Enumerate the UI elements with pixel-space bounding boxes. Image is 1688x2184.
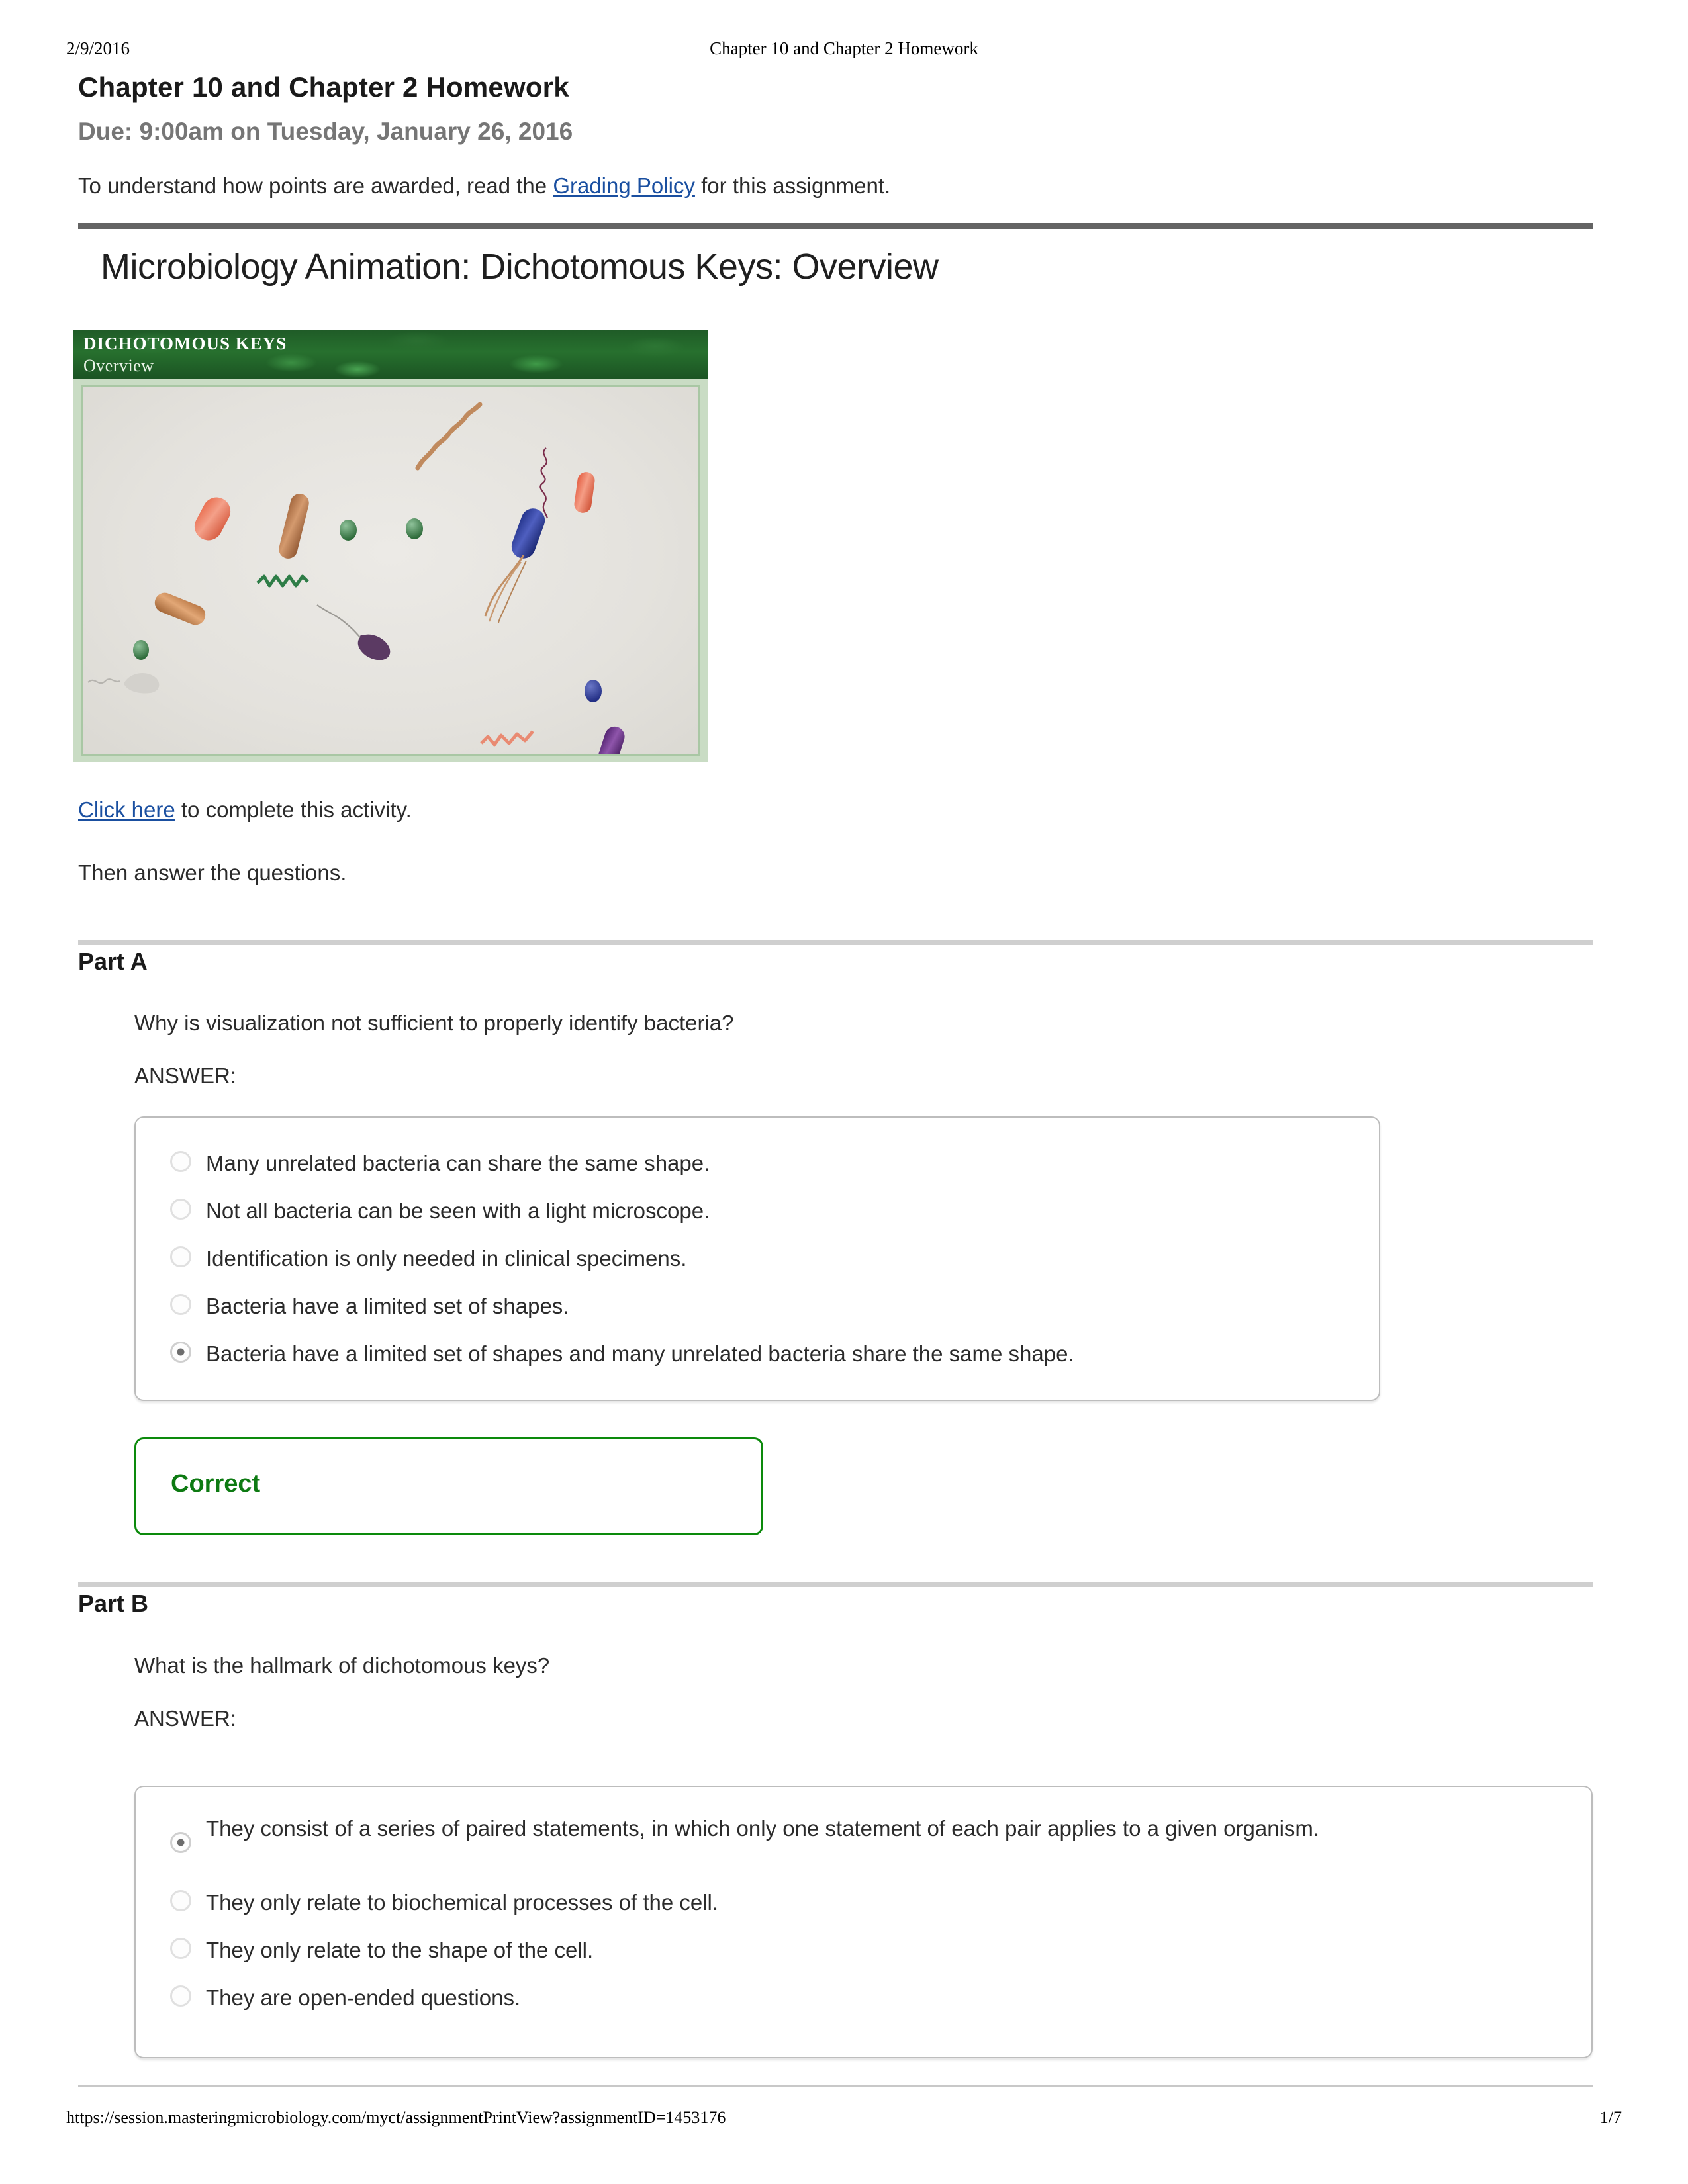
option-label: Not all bacteria can be seen with a ligh… xyxy=(206,1199,710,1223)
footer-divider xyxy=(78,2085,1593,2087)
option-label: Identification is only needed in clinica… xyxy=(206,1246,687,1271)
part-a-option-1[interactable]: Many unrelated bacteria can share the sa… xyxy=(170,1148,710,1179)
option-label: They consist of a series of paired state… xyxy=(206,1816,1320,1841)
bacterium-rod-red-1 xyxy=(189,492,236,545)
bacterium-flagella-tan-1 xyxy=(480,553,539,625)
print-header-title: Chapter 10 and Chapter 2 Homework xyxy=(710,38,978,58)
bacterium-amoeboid-gray-1 xyxy=(87,665,173,698)
section-divider-top xyxy=(78,223,1593,229)
bacterium-rod-orange-1 xyxy=(152,590,209,628)
document-page: 2/9/2016 Chapter 10 and Chapter 2 Homewo… xyxy=(0,0,1688,2184)
radio-button[interactable] xyxy=(170,1294,191,1315)
bacterium-rod-red-2 xyxy=(573,471,596,514)
part-a-option-2[interactable]: Not all bacteria can be seen with a ligh… xyxy=(170,1196,710,1226)
part-b-option-4[interactable]: They are open-ended questions. xyxy=(170,1983,520,2013)
part-b-option-3[interactable]: They only relate to the shape of the cel… xyxy=(170,1935,593,1966)
animation-thumbnail[interactable]: DICHOTOMOUS KEYS Overview xyxy=(73,330,708,762)
option-label: They only relate to the shape of the cel… xyxy=(206,1938,594,1962)
due-date: Due: 9:00am on Tuesday, January 26, 2016 xyxy=(78,118,573,145)
print-date: 2/9/2016 xyxy=(66,38,130,58)
bacterium-rod-purple-1 xyxy=(594,723,628,754)
click-here-link[interactable]: Click here xyxy=(78,797,175,822)
page-title: Chapter 10 and Chapter 2 Homework xyxy=(78,71,569,103)
bacterium-spirillum-tan-top xyxy=(414,402,487,475)
print-header: 2/9/2016 Chapter 10 and Chapter 2 Homewo… xyxy=(66,38,1622,62)
grading-policy-suffix: for this assignment. xyxy=(694,173,891,198)
activity-title: Microbiology Animation: Dichotomous Keys… xyxy=(101,247,939,287)
animation-banner-subtitle: Overview xyxy=(83,356,154,375)
grading-policy-line: To understand how points are awarded, re… xyxy=(78,173,890,199)
part-b-answer-box: They consist of a series of paired state… xyxy=(134,1786,1593,2058)
bacterium-spirochete-green-1 xyxy=(256,571,309,594)
part-a-option-4[interactable]: Bacteria have a limited set of shapes. xyxy=(170,1291,569,1322)
grading-policy-link[interactable]: Grading Policy xyxy=(553,173,695,198)
option-label: Bacteria have a limited set of shapes an… xyxy=(206,1342,1074,1366)
radio-button-selected[interactable] xyxy=(170,1342,191,1363)
section-divider-part-b xyxy=(78,1582,1593,1587)
footer-url: https://session.masteringmicrobiology.co… xyxy=(66,2108,726,2127)
part-a-answer-label: ANSWER: xyxy=(134,1064,237,1088)
part-b-option-2[interactable]: They only relate to biochemical processe… xyxy=(170,1888,718,1918)
part-b-label: Part B xyxy=(78,1590,149,1617)
click-here-line: Click here to complete this activity. xyxy=(78,797,412,823)
bacterium-coccus-green-3 xyxy=(133,640,149,660)
part-a-option-5[interactable]: Bacteria have a limited set of shapes an… xyxy=(170,1339,1074,1369)
part-a-option-3[interactable]: Identification is only needed in clinica… xyxy=(170,1244,686,1274)
bacterium-spirillum-maroon-1 xyxy=(532,447,558,520)
bacterium-coccus-green-2 xyxy=(406,518,423,539)
part-b-option-1[interactable]: They consist of a series of paired state… xyxy=(170,1813,1507,1853)
animation-stage xyxy=(81,385,700,756)
animation-banner-title: DICHOTOMOUS KEYS xyxy=(83,334,287,353)
option-label: Bacteria have a limited set of shapes. xyxy=(206,1294,569,1318)
bacterium-spirochete-salmon-1 xyxy=(480,725,539,751)
bacterium-coccus-blue-1 xyxy=(585,680,602,702)
option-label: They are open-ended questions. xyxy=(206,1985,521,2010)
radio-button[interactable] xyxy=(170,1985,191,2007)
grading-policy-prefix: To understand how points are awarded, re… xyxy=(78,173,553,198)
click-here-suffix: to complete this activity. xyxy=(175,797,412,822)
animation-banner: DICHOTOMOUS KEYS Overview xyxy=(73,330,708,379)
section-divider-part-a xyxy=(78,940,1593,945)
part-a-feedback-box: Correct xyxy=(134,1437,763,1535)
radio-button[interactable] xyxy=(170,1938,191,1959)
option-label: They only relate to biochemical processe… xyxy=(206,1890,719,1915)
radio-button[interactable] xyxy=(170,1246,191,1267)
bacterium-rod-brown-1 xyxy=(277,492,311,561)
bacterium-coccus-green-1 xyxy=(340,520,357,541)
part-b-answer-label: ANSWER: xyxy=(134,1706,237,1731)
option-label: Many unrelated bacteria can share the sa… xyxy=(206,1151,710,1175)
print-footer: https://session.masteringmicrobiology.co… xyxy=(66,2108,1622,2134)
part-a-question: Why is visualization not sufficient to p… xyxy=(134,1011,734,1035)
part-a-label: Part A xyxy=(78,948,148,975)
radio-button-selected[interactable] xyxy=(170,1832,191,1853)
part-b-question: What is the hallmark of dichotomous keys… xyxy=(134,1653,550,1678)
radio-button[interactable] xyxy=(170,1151,191,1172)
radio-button[interactable] xyxy=(170,1199,191,1220)
part-a-feedback-text: Correct xyxy=(171,1470,261,1498)
bacterium-flagellated-purple-1 xyxy=(316,602,402,662)
footer-page-number: 1/7 xyxy=(1599,2108,1622,2127)
then-answer-line: Then answer the questions. xyxy=(78,860,347,885)
radio-button[interactable] xyxy=(170,1890,191,1911)
part-a-answer-box: Many unrelated bacteria can share the sa… xyxy=(134,1116,1380,1401)
